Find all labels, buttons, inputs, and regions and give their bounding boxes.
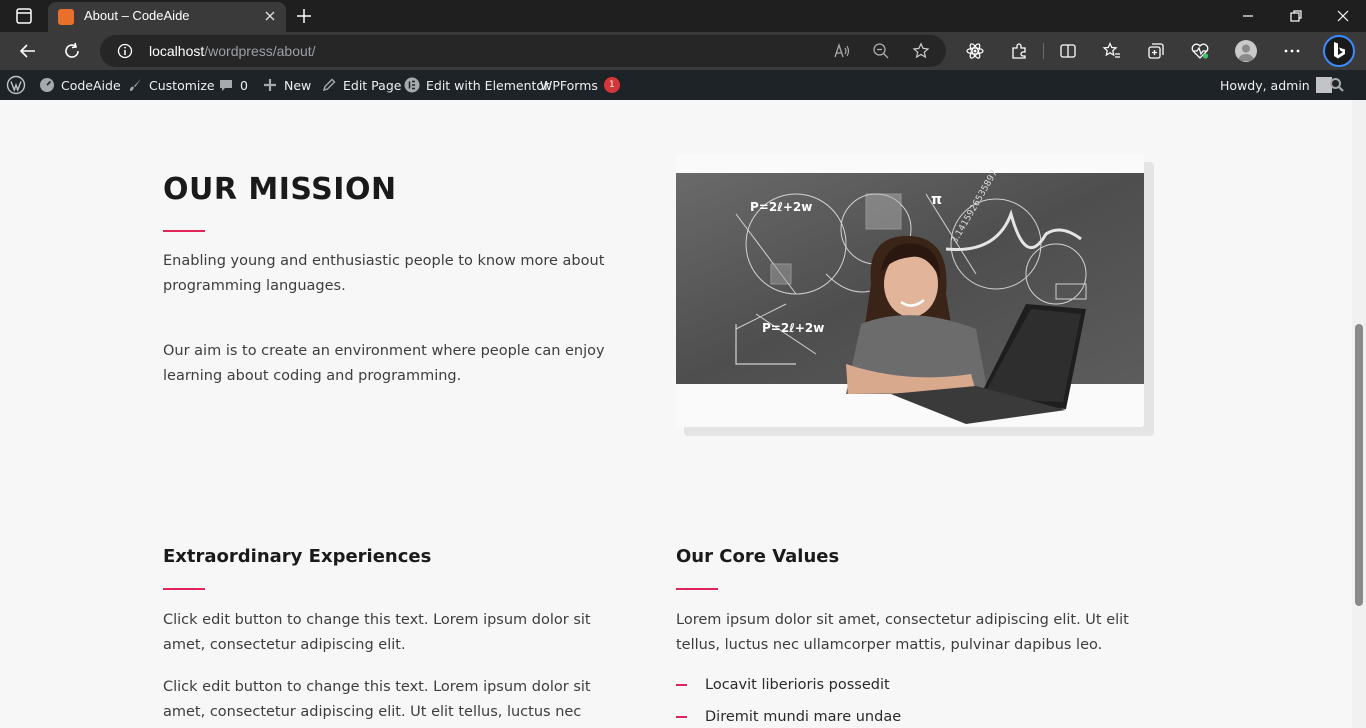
customize-link[interactable]: Customize [127, 70, 215, 100]
student-laptop-illustration: P=2ℓ+2w P=2ℓ+2w π 3.1415926535897 [676, 154, 1144, 427]
plus-icon [264, 79, 276, 91]
back-arrow-icon[interactable] [18, 41, 38, 61]
read-aloud-icon[interactable] [833, 42, 851, 60]
copilot-button[interactable] [1323, 35, 1355, 67]
experiences-paragraph-2: Click edit button to change this text. L… [163, 679, 591, 720]
page-scrollbar[interactable] [1352, 100, 1366, 728]
comments-count: 0 [240, 77, 248, 93]
my-account-menu[interactable]: Howdy, admin [1220, 70, 1332, 100]
tab-title: About – CodeAide [84, 8, 190, 23]
close-icon[interactable] [262, 8, 278, 24]
bing-icon [1334, 42, 1345, 59]
url-text: localhost/wordpress/about/ [149, 43, 316, 59]
browser-toolbar: localhost/wordpress/about/ [0, 32, 1366, 70]
comment-bubble-icon [220, 80, 232, 91]
core-values-divider [676, 588, 718, 590]
split-screen-icon[interactable] [1058, 41, 1078, 61]
wordpress-logo-icon [6, 75, 26, 95]
refresh-icon[interactable] [62, 41, 82, 61]
mission-heading: OUR MISSION [163, 172, 397, 207]
collections-icon[interactable] [1146, 41, 1166, 61]
wpforms-menu[interactable]: WPForms 1 [540, 70, 620, 100]
wp-admin-bar: CodeAide Customize 0 New Edit Page Edit … [0, 70, 1366, 100]
more-options-icon[interactable] [1282, 41, 1302, 61]
new-content-menu[interactable]: New [262, 70, 311, 100]
howdy-label: Howdy, admin [1220, 77, 1310, 93]
restore-icon[interactable] [1286, 6, 1306, 26]
browser-essentials-icon[interactable] [1190, 41, 1210, 61]
paintbrush-icon [129, 79, 141, 91]
core-values-paragraph: Lorem ipsum dolor sit amet, consectetur … [676, 612, 1129, 653]
site-name-menu[interactable]: CodeAide [39, 70, 121, 100]
dashboard-gauge-icon [40, 78, 54, 92]
extensions-puzzle-icon[interactable] [1009, 41, 1029, 61]
experiences-paragraph-1: Click edit button to change this text. L… [163, 612, 591, 653]
new-tab-icon[interactable] [294, 6, 314, 26]
tab-actions-icon[interactable] [10, 6, 38, 26]
favorites-list-icon[interactable] [1102, 41, 1122, 61]
experiences-heading: Extraordinary Experiences [163, 546, 432, 567]
experiences-divider [163, 588, 205, 590]
edit-elementor-label: Edit with Elementor [426, 77, 550, 93]
svg-text:P=2ℓ+2w: P=2ℓ+2w [762, 321, 824, 335]
list-item: Locavit liberioris possedit [676, 677, 890, 693]
hero-image: P=2ℓ+2w P=2ℓ+2w π 3.1415926535897 [676, 154, 1144, 427]
browser-tab-strip: About – CodeAide [0, 0, 1366, 32]
site-name: CodeAide [61, 77, 121, 93]
wpforms-label: WPForms [540, 77, 598, 93]
profile-avatar[interactable] [1235, 40, 1257, 62]
page-content: OUR MISSION Enabling young and enthusias… [0, 100, 1352, 728]
dash-bullet-icon [676, 716, 687, 718]
scrollbar-thumb[interactable] [1355, 324, 1363, 606]
browser-tab-active[interactable]: About – CodeAide [48, 2, 286, 32]
pencil-icon [322, 78, 336, 92]
list-item: Diremit mundi mare undae [676, 709, 901, 725]
notification-badge: 1 [603, 77, 620, 93]
toolbar-divider [1043, 43, 1044, 59]
mission-paragraph-1: Enabling young and enthusiastic people t… [163, 253, 605, 294]
comments-link[interactable]: 0 [218, 70, 248, 100]
window-close-icon[interactable] [1333, 6, 1353, 26]
search-icon [1330, 78, 1344, 92]
elementor-icon [404, 77, 420, 93]
admin-search[interactable] [1329, 70, 1345, 100]
wp-logo-menu[interactable] [6, 70, 26, 100]
atom-extension-icon[interactable] [965, 41, 985, 61]
edit-page-link[interactable]: Edit Page [321, 70, 401, 100]
address-bar[interactable]: localhost/wordpress/about/ [100, 35, 946, 67]
minimize-icon[interactable] [1238, 6, 1258, 26]
svg-text:π: π [931, 192, 942, 208]
profile-icon [1238, 44, 1254, 61]
edit-page-label: Edit Page [343, 77, 402, 93]
new-label: New [284, 77, 312, 93]
dash-bullet-icon [676, 684, 687, 686]
zoom-out-icon[interactable] [872, 42, 890, 60]
site-favicon-icon [58, 9, 74, 25]
site-info-icon[interactable] [117, 43, 133, 59]
customize-label: Customize [149, 77, 215, 93]
favorite-star-icon[interactable] [912, 42, 930, 60]
mission-paragraph-2: Our aim is to create an environment wher… [163, 343, 605, 384]
svg-text:P=2ℓ+2w: P=2ℓ+2w [750, 200, 812, 214]
core-values-heading: Our Core Values [676, 546, 840, 567]
edit-with-elementor-link[interactable]: Edit with Elementor [404, 70, 549, 100]
heading-divider [163, 230, 205, 232]
